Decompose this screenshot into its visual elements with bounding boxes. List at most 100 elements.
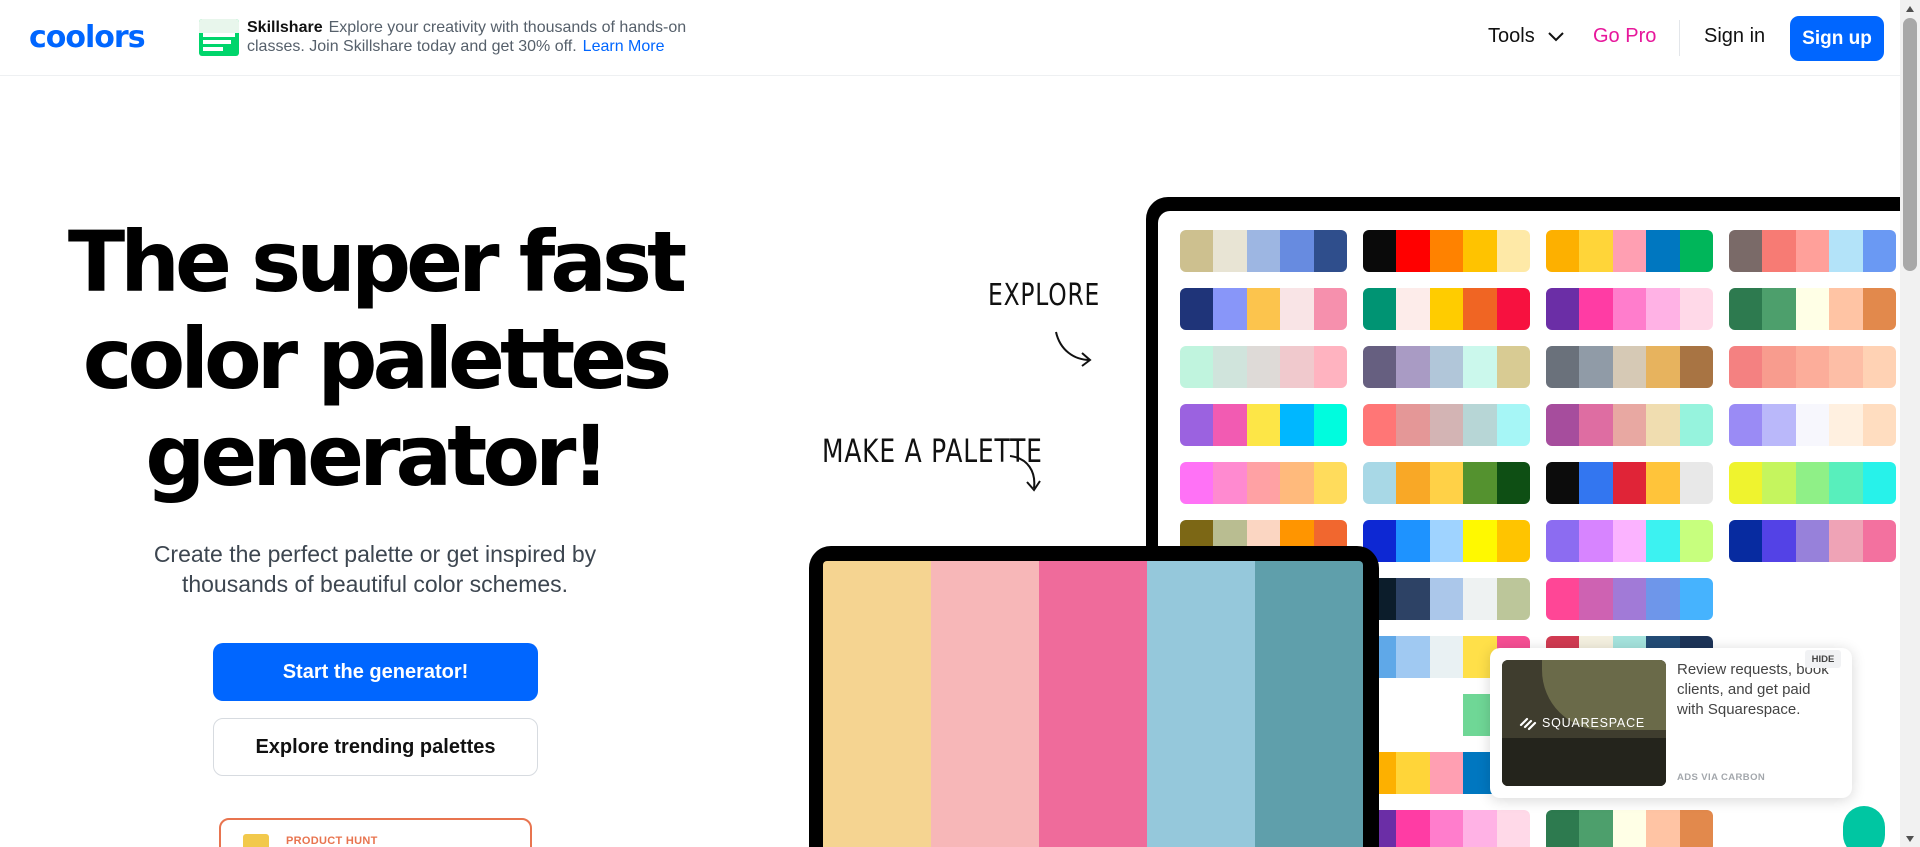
mini-palette-swatch <box>1396 752 1430 794</box>
explore-label: EXPLORE <box>988 278 1101 313</box>
mini-palette-swatch <box>1313 288 1347 330</box>
mini-palette-swatch <box>1313 230 1347 272</box>
mini-palette-swatch <box>1829 404 1863 446</box>
mini-palette-swatch <box>1246 230 1281 272</box>
ads-via-carbon-link[interactable]: ADS VIA CARBON <box>1677 772 1765 783</box>
mini-palette-swatch <box>1363 346 1397 388</box>
squarespace-ad-image[interactable]: SQUARESPACE <box>1502 660 1666 786</box>
mini-palette-swatch <box>1829 230 1863 272</box>
mini-palette-swatch <box>1429 520 1464 562</box>
hide-ad-button[interactable]: HIDE <box>1805 650 1841 668</box>
mini-palette-swatch <box>1762 288 1796 330</box>
tools-menu[interactable]: Tools <box>1488 25 1565 48</box>
mini-palette-swatch <box>1280 404 1314 446</box>
mini-palette-swatch <box>1829 346 1863 388</box>
mini-palette-swatch <box>1546 578 1580 620</box>
mini-palette-swatch <box>1246 462 1281 504</box>
mini-palette-swatch <box>1213 404 1247 446</box>
skillshare-ad-text[interactable]: Skillshare Explore your creativity with t… <box>247 18 717 56</box>
explore-trending-button[interactable]: Explore trending palettes <box>213 718 538 776</box>
mini-palette-swatch <box>1679 462 1713 504</box>
mini-palette-swatch <box>1862 288 1896 330</box>
mini-palette-swatch <box>1396 404 1430 446</box>
palette-color-stripe <box>931 561 1039 847</box>
mini-palette-swatch <box>1213 346 1247 388</box>
trophy-icon <box>243 834 269 847</box>
mini-palette-swatch <box>1363 288 1397 330</box>
mini-palette-card <box>1180 346 1347 388</box>
product-hunt-label: PRODUCT HUNT <box>286 835 378 847</box>
mini-palette-swatch <box>1396 230 1430 272</box>
mini-palette-card <box>1180 288 1347 330</box>
mini-palette-swatch <box>1246 288 1281 330</box>
mini-palette-swatch <box>1829 288 1863 330</box>
chevron-down-icon <box>1547 31 1564 41</box>
mini-palette-swatch <box>1679 578 1713 620</box>
mini-palette-swatch <box>1429 694 1464 736</box>
scroll-up-arrow-icon[interactable] <box>1900 0 1920 17</box>
mini-palette-swatch <box>1313 462 1347 504</box>
mini-palette-swatch <box>1679 404 1713 446</box>
nav-divider <box>1679 20 1680 56</box>
start-generator-button[interactable]: Start the generator! <box>213 643 538 701</box>
sign-in-link[interactable]: Sign in <box>1704 25 1765 48</box>
scroll-down-arrow-icon[interactable] <box>1900 830 1920 847</box>
mini-palette-swatch <box>1546 288 1580 330</box>
mini-palette-swatch <box>1679 230 1713 272</box>
mini-palette-swatch <box>1795 288 1830 330</box>
hero-title-line: The super fast <box>67 213 687 311</box>
scrollbar-thumb[interactable] <box>1903 18 1917 271</box>
mini-palette-swatch <box>1795 230 1830 272</box>
mini-palette-swatch <box>1646 578 1680 620</box>
mini-palette-swatch <box>1280 230 1314 272</box>
mini-palette-swatch <box>1546 462 1580 504</box>
product-hunt-badge[interactable]: PRODUCT HUNT <box>219 818 532 847</box>
help-chat-bubble[interactable] <box>1843 806 1885 847</box>
mini-palette-swatch <box>1496 578 1530 620</box>
mini-palette-swatch <box>1463 346 1497 388</box>
go-pro-link[interactable]: Go Pro <box>1593 25 1656 48</box>
mini-palette-swatch <box>1429 404 1464 446</box>
mini-palette-swatch <box>1646 288 1680 330</box>
mini-palette-swatch <box>1546 810 1580 847</box>
mini-palette-swatch <box>1180 346 1214 388</box>
mini-palette-card <box>1729 462 1896 504</box>
mini-palette-swatch <box>1579 810 1613 847</box>
mini-palette-swatch <box>1762 462 1796 504</box>
mini-palette-swatch <box>1579 230 1613 272</box>
skillshare-ad-image[interactable] <box>199 19 239 56</box>
mini-palette-swatch <box>1396 578 1430 620</box>
mini-palette-card <box>1546 578 1713 620</box>
ad-learn-more-link[interactable]: Learn More <box>583 38 665 55</box>
mini-palette-swatch <box>1829 520 1863 562</box>
mini-palette-swatch <box>1429 578 1464 620</box>
mini-palette-swatch <box>1496 346 1530 388</box>
mini-palette-swatch <box>1280 462 1314 504</box>
mini-palette-card <box>1363 810 1530 847</box>
mini-palette-card <box>1546 520 1713 562</box>
mini-palette-card <box>1546 462 1713 504</box>
mini-palette-swatch <box>1579 520 1613 562</box>
sign-up-button[interactable]: Sign up <box>1790 16 1884 61</box>
ad-brand: Skillshare <box>247 19 323 36</box>
mini-palette-swatch <box>1546 230 1580 272</box>
mini-palette-swatch <box>1795 404 1830 446</box>
mini-palette-swatch <box>1463 578 1497 620</box>
mini-palette-swatch <box>1180 462 1214 504</box>
mini-palette-swatch <box>1463 462 1497 504</box>
carbon-ad-text[interactable]: Review requests, book clients, and get p… <box>1677 660 1837 720</box>
mini-palette-card <box>1363 462 1530 504</box>
mini-palette-swatch <box>1612 578 1647 620</box>
mini-palette-swatch <box>1313 404 1347 446</box>
coolors-logo[interactable]: coolors <box>29 20 146 55</box>
mini-palette-swatch <box>1496 462 1530 504</box>
mini-palette-swatch <box>1463 520 1497 562</box>
mini-palette-card <box>1363 346 1530 388</box>
mini-palette-swatch <box>1313 346 1347 388</box>
mini-palette-card <box>1546 810 1713 847</box>
mini-palette-swatch <box>1646 520 1680 562</box>
mini-palette-swatch <box>1612 288 1647 330</box>
mini-palette-swatch <box>1363 404 1397 446</box>
mini-palette-swatch <box>1612 520 1647 562</box>
carbon-ad-card[interactable]: SQUARESPACE Review requests, book client… <box>1490 648 1852 798</box>
